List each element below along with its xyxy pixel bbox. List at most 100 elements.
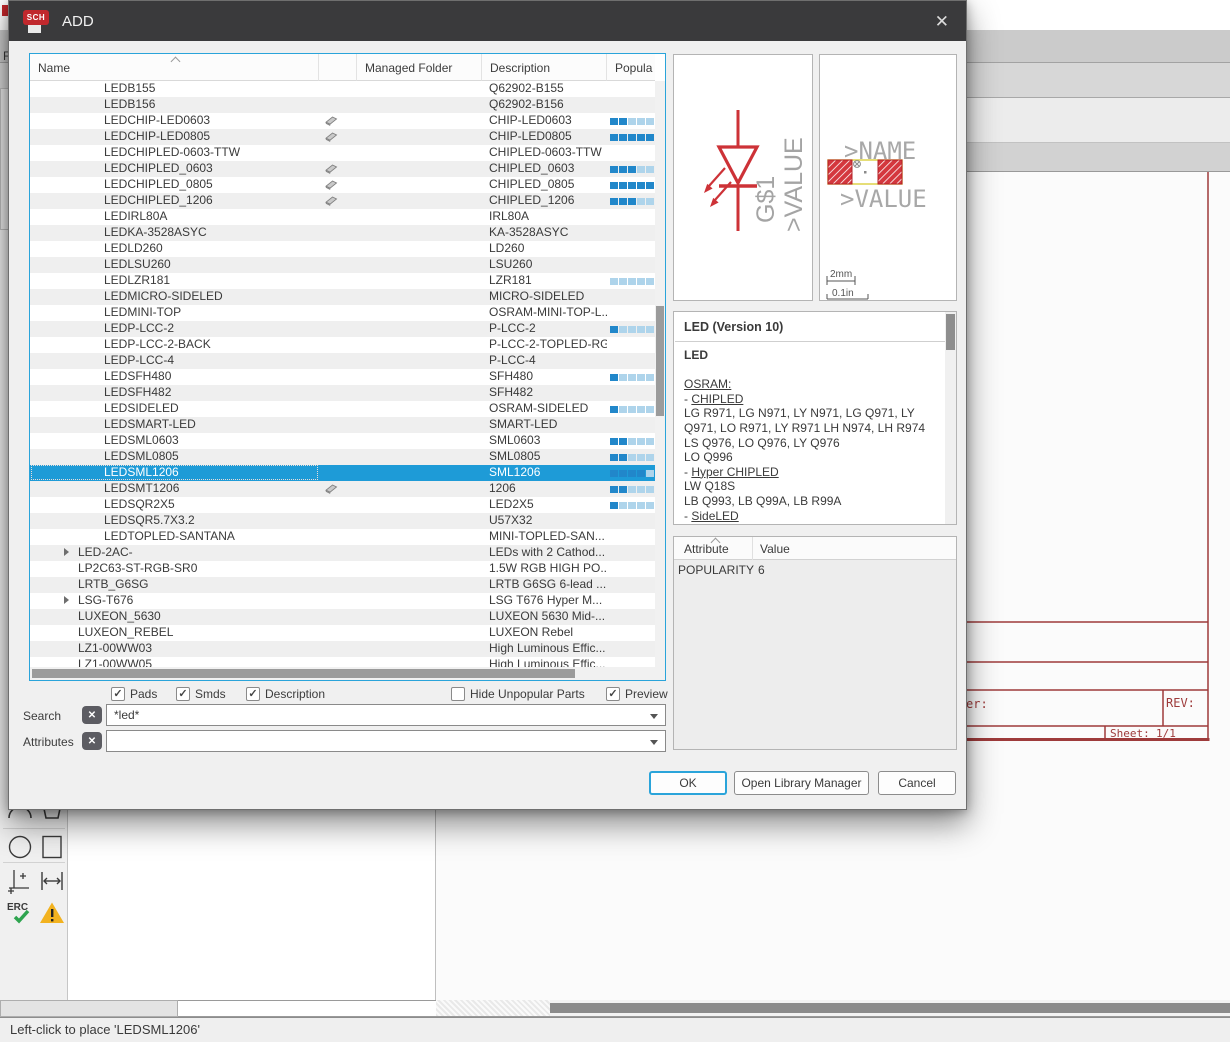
table-row[interactable]: LEDSQR5.7X3.2U57X32 <box>30 513 655 529</box>
expand-arrow-icon[interactable] <box>64 548 69 556</box>
info-link[interactable]: Hyper CHIPLED <box>691 465 778 479</box>
part-description-cell: OSRAM-MINI-TOP-L... <box>482 305 607 321</box>
info-scrollbar[interactable] <box>945 312 956 524</box>
dimension-icon[interactable] <box>6 867 34 895</box>
info-scrollbar-thumb[interactable] <box>946 314 955 350</box>
table-row[interactable]: LEDLSU260LSU260 <box>30 257 655 273</box>
table-row[interactable]: LEDIRL80AIRL80A <box>30 209 655 225</box>
table-row[interactable]: LEDP-LCC-4P-LCC-4 <box>30 353 655 369</box>
dropdown-arrow-icon[interactable] <box>650 714 658 719</box>
table-row[interactable]: LEDCHIP-LED0603CHIP-LED0603 <box>30 113 655 129</box>
table-row[interactable]: LEDCHIPLED_0603CHIPLED_0603 <box>30 161 655 177</box>
table-row[interactable]: LEDB155Q62902-B155 <box>30 81 655 97</box>
checkbox-hide-unpopular-parts[interactable]: Hide Unpopular Parts <box>451 687 585 701</box>
clear-attributes-button[interactable]: ✕ <box>82 732 102 750</box>
table-row[interactable]: LEDCHIPLED_1206CHIPLED_1206 <box>30 193 655 209</box>
table-row[interactable]: LEDMICRO-SIDELEDMICRO-SIDELED <box>30 289 655 305</box>
table-row[interactable]: LEDLD260LD260 <box>30 241 655 257</box>
table-row[interactable]: LEDSQR2X5LED2X5 <box>30 497 655 513</box>
circle-icon[interactable] <box>6 833 34 861</box>
checkbox-box-icon[interactable]: ✓ <box>606 687 620 701</box>
expand-arrow-icon[interactable] <box>64 596 69 604</box>
dropdown-arrow-icon[interactable] <box>650 740 658 745</box>
table-row[interactable]: LEDSML0603SML0603 <box>30 433 655 449</box>
popularity-cell <box>607 497 655 513</box>
cancel-button[interactable]: Cancel <box>878 771 956 795</box>
table-row[interactable]: LSG-T676LSG T676 Hyper M... <box>30 593 655 609</box>
table-row[interactable]: LEDTOPLED-SANTANAMINI-TOPLED-SAN... <box>30 529 655 545</box>
column-header-value[interactable]: Value <box>760 537 790 562</box>
table-row[interactable]: LEDSFH480SFH480 <box>30 369 655 385</box>
checkbox-box-icon[interactable]: ✓ <box>111 687 125 701</box>
table-row[interactable]: LEDMINI-TOPOSRAM-MINI-TOP-L... <box>30 305 655 321</box>
package-icon-cell <box>319 257 357 273</box>
ok-button[interactable]: OK <box>649 771 727 795</box>
column-header-popularity[interactable]: Popula <box>607 54 655 81</box>
dialog-titlebar[interactable]: SCH ADD ✕ <box>9 1 966 41</box>
package-icon <box>324 180 338 191</box>
attributes-input[interactable] <box>106 730 666 752</box>
table-h-scrollbar[interactable] <box>30 667 655 680</box>
table-row[interactable]: LEDSMT12061206 <box>30 481 655 497</box>
erc-icon[interactable]: ERC <box>6 899 34 927</box>
table-row[interactable]: LEDSML0805SML0805 <box>30 449 655 465</box>
table-row[interactable]: LEDSFH482SFH482 <box>30 385 655 401</box>
table-row[interactable]: LUXEON_REBELLUXEON Rebel <box>30 625 655 641</box>
table-row[interactable]: LEDSMART-LEDSMART-LED <box>30 417 655 433</box>
table-v-scrollbar-thumb[interactable] <box>656 306 664 416</box>
open-library-manager-button[interactable]: Open Library Manager <box>734 771 869 795</box>
table-row[interactable]: LZ1-00WW03High Luminous Effic... <box>30 641 655 657</box>
checkbox-description[interactable]: ✓Description <box>246 687 325 701</box>
h-scrollbar-track[interactable] <box>436 1000 550 1017</box>
table-h-scrollbar-thumb[interactable] <box>32 669 575 678</box>
rect-icon[interactable] <box>38 833 66 861</box>
info-link[interactable]: CHIPLED <box>691 392 743 406</box>
checkbox-box-icon[interactable] <box>451 687 465 701</box>
info-link[interactable]: OSRAM: <box>684 377 731 391</box>
checkbox-box-icon[interactable]: ✓ <box>246 687 260 701</box>
command-line-input[interactable] <box>178 1000 436 1017</box>
close-icon[interactable]: ✕ <box>935 13 949 30</box>
h-scrollbar-thumb[interactable] <box>550 1003 1230 1013</box>
svg-text:0.1in: 0.1in <box>832 288 854 299</box>
table-row[interactable]: LEDSIDELEDOSRAM-SIDELED <box>30 401 655 417</box>
column-header-managed-folder[interactable]: Managed Folder <box>357 54 482 81</box>
checkbox-preview[interactable]: ✓Preview <box>606 687 668 701</box>
table-row[interactable]: LEDCHIPLED_0805CHIPLED_0805 <box>30 177 655 193</box>
part-description-cell: LUXEON 5630 Mid-... <box>482 609 607 625</box>
table-row[interactable]: LEDSML1206SML1206 <box>30 465 655 481</box>
table-row[interactable]: LEDP-LCC-2-BACKP-LCC-2-TOPLED-RG <box>30 337 655 353</box>
erc-errors-icon[interactable] <box>38 899 66 927</box>
column-header-attribute[interactable]: Attribute <box>684 537 729 562</box>
column-header-package[interactable] <box>319 54 357 81</box>
checkbox-box-icon[interactable]: ✓ <box>176 687 190 701</box>
part-description-cell: MICRO-SIDELED <box>482 289 607 305</box>
table-row[interactable]: LEDLZR181LZR181 <box>30 273 655 289</box>
table-row[interactable]: LED-2AC-LEDs with 2 Cathod... <box>30 545 655 561</box>
search-input[interactable]: *led* <box>106 704 666 726</box>
package-icon-cell <box>319 609 357 625</box>
managed-folder-cell <box>357 369 482 385</box>
table-v-scrollbar[interactable] <box>655 81 665 667</box>
column-header-description[interactable]: Description <box>482 54 607 81</box>
info-link[interactable]: SideLED <box>691 509 738 523</box>
table-row[interactable]: LEDB156Q62902-B156 <box>30 97 655 113</box>
table-row[interactable]: LRTB_G6SGLRTB G6SG 6-lead ... <box>30 577 655 593</box>
managed-folder-cell <box>357 273 482 289</box>
table-row[interactable]: LEDCHIP-LED0805CHIP-LED0805 <box>30 129 655 145</box>
managed-folder-cell <box>357 609 482 625</box>
table-row[interactable]: LEDKA-3528ASYCKA-3528ASYC <box>30 225 655 241</box>
part-description-cell: SFH480 <box>482 369 607 385</box>
clear-search-button[interactable]: ✕ <box>82 706 102 724</box>
checkbox-smds[interactable]: ✓Smds <box>176 687 226 701</box>
measure-icon[interactable] <box>38 867 66 895</box>
frame-number-label: er: <box>966 697 988 711</box>
table-row[interactable]: LUXEON_5630LUXEON 5630 Mid-... <box>30 609 655 625</box>
table-row[interactable]: LEDCHIPLED-0603-TTWCHIPLED-0603-TTW <box>30 145 655 161</box>
part-description-cell: P-LCC-2 <box>482 321 607 337</box>
table-row[interactable]: LP2C63-ST-RGB-SR01.5W RGB HIGH PO... <box>30 561 655 577</box>
table-row[interactable]: LEDP-LCC-2P-LCC-2 <box>30 321 655 337</box>
checkbox-pads[interactable]: ✓Pads <box>111 687 157 701</box>
table-row[interactable]: LZ1-00WW05High Luminous Effic... <box>30 657 655 667</box>
attribute-row[interactable]: POPULARITY6 <box>674 560 956 577</box>
